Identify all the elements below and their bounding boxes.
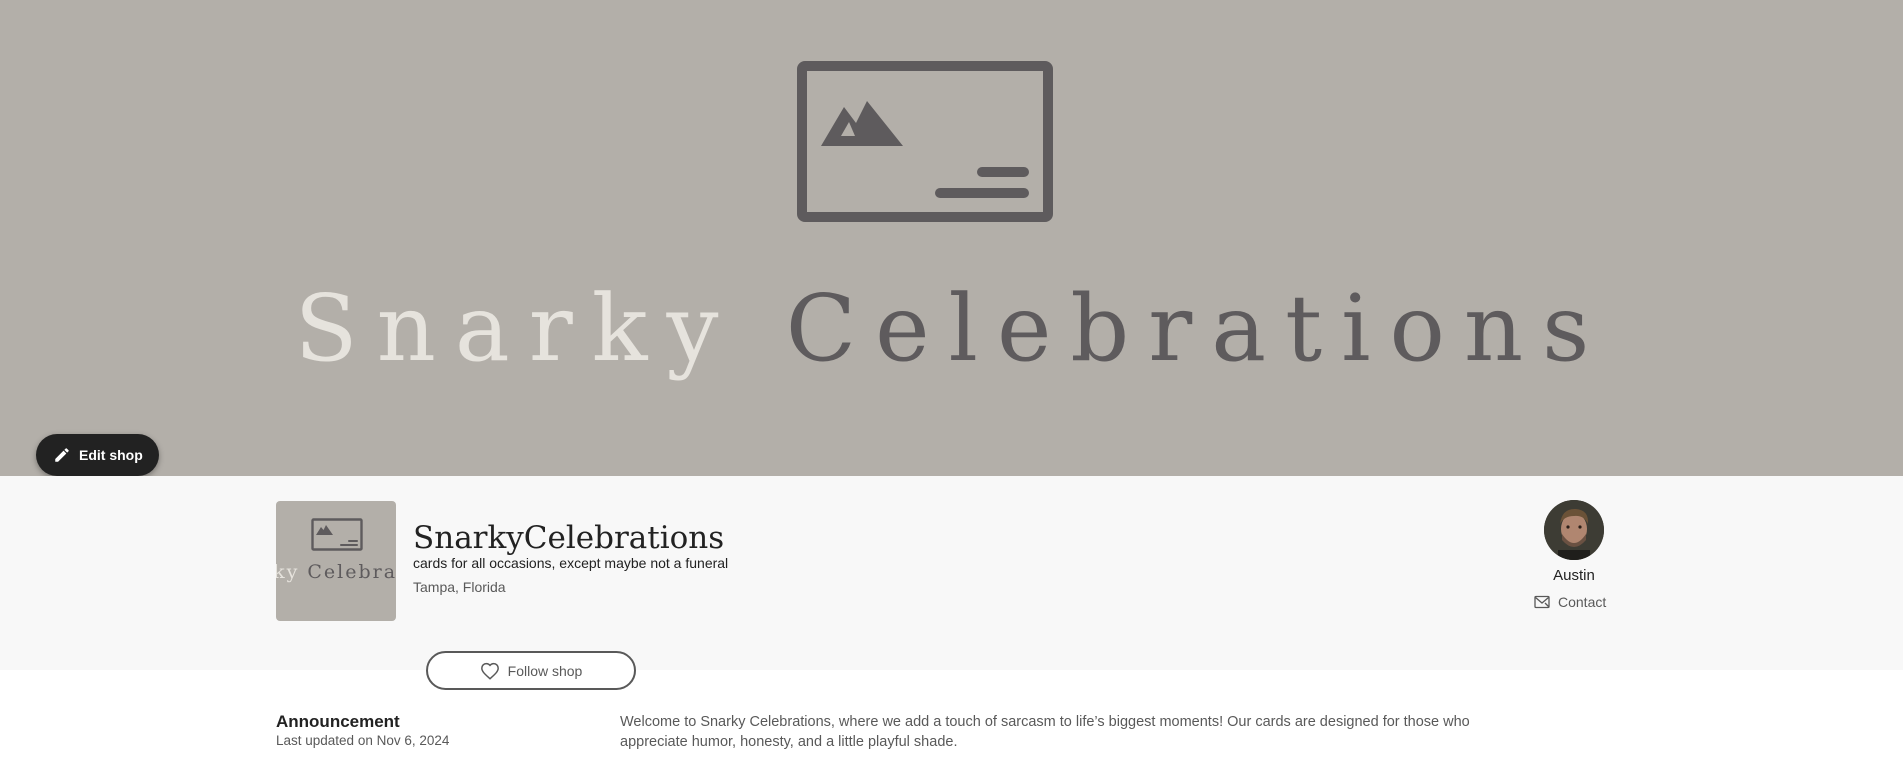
shop-location: Tampa, Florida <box>413 579 506 595</box>
shop-icon: rky Celebrat <box>276 501 396 621</box>
pencil-icon <box>55 448 69 462</box>
follow-shop-button[interactable]: Follow shop <box>426 651 636 690</box>
image-placeholder-icon <box>797 61 1053 222</box>
image-placeholder-icon <box>311 518 363 551</box>
heart-icon <box>480 662 499 680</box>
announcement-date: Last updated on Nov 6, 2024 <box>276 733 450 748</box>
edit-shop-label: Edit shop <box>79 447 143 463</box>
contact-label: Contact <box>1558 594 1607 610</box>
owner-name[interactable]: Austin <box>1530 567 1618 584</box>
shop-banner: Snarky Celebrations <box>0 0 1903 476</box>
mail-icon <box>1534 595 1550 609</box>
shop-owner[interactable]: Austin <box>1530 500 1618 584</box>
banner-title: Snarky Celebrations <box>0 275 1903 382</box>
shop-tagline: cards for all occasions, except maybe no… <box>413 555 729 571</box>
owner-photo <box>1544 500 1604 560</box>
shop-icon-text-word1: rky <box>276 561 300 583</box>
announcement-text: Welcome to Snarky Celebrations, where we… <box>620 714 1470 750</box>
shop-icon-text: rky Celebrat <box>276 561 396 583</box>
announcement-title: Announcement <box>276 712 400 731</box>
shop-name: SnarkyCelebrations <box>413 520 725 556</box>
edit-shop-button[interactable]: Edit shop <box>36 434 159 476</box>
avatar[interactable] <box>1544 500 1604 560</box>
shop-icon-text-word2: Celebrat <box>307 561 396 583</box>
follow-shop-label: Follow shop <box>507 662 583 679</box>
banner-title-word1: Snarky <box>294 275 738 382</box>
contact-link[interactable]: Contact <box>1534 594 1606 610</box>
banner-title-word2: Celebrations <box>785 275 1609 382</box>
